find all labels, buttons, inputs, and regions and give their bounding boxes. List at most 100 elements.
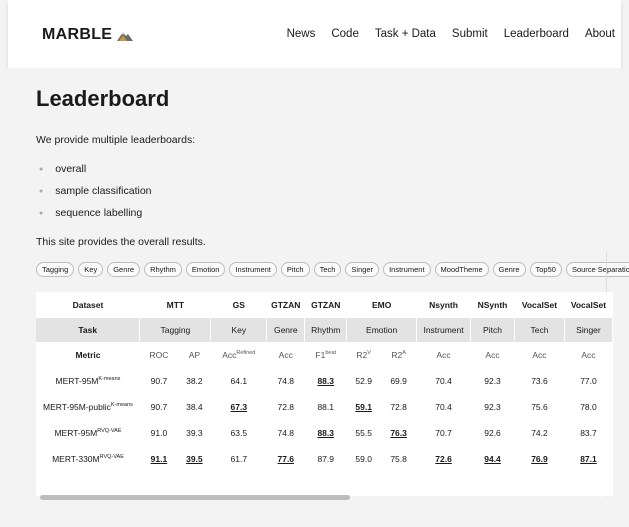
tag-genre[interactable]: Genre	[107, 262, 141, 277]
list-item-label: overall	[55, 163, 87, 175]
task-cell: Rhythm	[304, 318, 348, 342]
tag-instrument-2[interactable]: Instrument	[383, 262, 431, 277]
score-cell: 91.1	[150, 454, 168, 464]
nav-link-about[interactable]: About	[585, 28, 615, 40]
horizontal-scrollbar[interactable]	[40, 495, 350, 500]
list-item-label: sample classification	[55, 185, 152, 197]
tag-moodtheme[interactable]: MoodTheme	[434, 262, 489, 277]
intro-text: We provide multiple leaderboards:	[36, 134, 196, 146]
metric-superscript: Refined	[236, 350, 256, 357]
score-cell: 38.4	[186, 402, 203, 412]
dataset-header: GS	[232, 300, 245, 310]
nav-link-task-data[interactable]: Task + Data	[375, 28, 436, 40]
metric-superscript: V	[367, 350, 371, 357]
metric-cell: Acc	[471, 342, 515, 368]
model-variant: K-means	[110, 402, 133, 409]
score-cell: 94.4	[484, 454, 501, 464]
score-cell: 83.7	[580, 428, 597, 438]
metric-label: R2	[356, 350, 368, 360]
tag-singer[interactable]: Singer	[345, 262, 380, 277]
metric-cell: Acc	[564, 342, 612, 368]
nav-link-leaderboard[interactable]: Leaderboard	[504, 28, 569, 40]
model-name: MERT-330M	[52, 454, 100, 464]
model-name-cell: MERT-95MK-means	[36, 368, 140, 394]
model-name-cell: MERT-95MRVQ-VAE	[36, 420, 140, 446]
tag-key[interactable]: Key	[78, 262, 104, 277]
task-header: Task	[36, 318, 141, 342]
list-item: ● overall	[36, 158, 152, 180]
score-cell: 70.4	[435, 402, 452, 412]
dataset-row: Dataset MTT GS GTZAN GTZAN EMO Nsynth NS…	[36, 292, 613, 318]
metric-cell: Acc	[514, 342, 564, 368]
metric-cell: F1beat	[305, 342, 347, 368]
task-tags: Tagging Key Genre Rhythm Emotion Instrum…	[36, 262, 629, 277]
nav-link-news[interactable]: News	[287, 28, 316, 40]
metric-cell: AP	[178, 342, 211, 368]
metric-label: F1	[315, 350, 326, 360]
score-cell: 59.0	[355, 454, 372, 464]
score-cell: 52.9	[355, 376, 372, 386]
mountain-icon	[117, 32, 134, 41]
score-cell: 88.3	[317, 376, 334, 386]
metric-cell: Acc	[267, 342, 305, 368]
leaderboard-list: ● overall ● sample classification ● sequenc…	[36, 158, 152, 224]
bullet-icon: ●	[39, 209, 44, 217]
score-cell: 76.9	[531, 454, 548, 464]
list-item-label: sequence labelling	[55, 207, 143, 219]
task-cell: Tagging	[139, 318, 212, 342]
metric-label: Acc	[278, 350, 293, 360]
score-cell: 70.7	[435, 428, 452, 438]
task-cell: Tech	[514, 318, 565, 342]
nav-links: News Code Task + Data Submit Leaderboard…	[271, 28, 615, 40]
dataset-header: Dataset	[72, 300, 104, 310]
score-cell: 63.5	[230, 428, 248, 438]
metric-cell: R2A	[381, 342, 417, 368]
tag-tagging[interactable]: Tagging	[36, 262, 75, 277]
score-cell: 75.8	[390, 454, 407, 464]
tag-rhythm[interactable]: Rhythm	[144, 262, 182, 277]
model-name-cell: MERT-95M-publicK-means	[36, 394, 140, 420]
metric-label: R2	[391, 350, 403, 360]
score-cell: 87.9	[317, 454, 334, 464]
dataset-header: GTZAN	[311, 300, 341, 310]
score-cell: 78.0	[580, 402, 597, 412]
tag-top50[interactable]: Top50	[529, 262, 562, 277]
score-cell: 75.6	[531, 402, 548, 412]
page-title: Leaderboard	[36, 86, 170, 111]
tag-instrument[interactable]: Instrument	[229, 262, 277, 277]
table-row: MERT-95MRVQ-VAE 91.0 39.3 63.5 74.8 88.3 55.5 7…	[36, 420, 613, 446]
nav-link-submit[interactable]: Submit	[452, 28, 488, 40]
model-variant: K-means	[98, 376, 121, 383]
score-cell: 92.3	[484, 402, 501, 412]
metric-superscript: A	[402, 350, 406, 357]
nav-link-code[interactable]: Code	[331, 28, 359, 40]
dataset-header: VocalSet	[521, 300, 558, 310]
brand-name[interactable]: MARBLE	[42, 26, 112, 44]
tag-genre-2[interactable]: Genre	[492, 262, 526, 277]
task-cell: Genre	[266, 318, 306, 342]
task-cell: Singer	[564, 318, 613, 342]
tag-tech[interactable]: Tech	[313, 262, 342, 277]
score-cell: 61.7	[230, 454, 248, 464]
metric-label: Acc	[532, 350, 547, 360]
task-cell: Key	[210, 318, 268, 342]
task-cell: Emotion	[346, 318, 418, 342]
score-cell: 70.4	[435, 376, 452, 386]
score-cell: 90.7	[150, 402, 168, 412]
model-variant: RVQ-VAE	[97, 428, 122, 435]
metric-superscript: beat	[325, 350, 337, 357]
metric-cell: AccRefined	[211, 342, 267, 368]
site-note: This site provides the overall results.	[36, 236, 206, 248]
tag-emotion[interactable]: Emotion	[185, 262, 226, 277]
task-cell: Instrument	[416, 318, 472, 342]
tag-pitch[interactable]: Pitch	[280, 262, 310, 277]
brand-logo[interactable]: MARBLE	[42, 26, 134, 44]
leaderboard-table-container[interactable]: Dataset MTT GS GTZAN GTZAN EMO Nsynth NS…	[36, 292, 613, 496]
table-row: MERT-95M-publicK-means 90.7 38.4 67.3 72.8 88…	[36, 394, 613, 420]
navbar: MARBLE News Code Task + Data Submit Lead…	[8, 0, 621, 68]
tag-source-separation[interactable]: Source Separation	[565, 262, 629, 277]
model-name: MERT-95M	[54, 428, 98, 438]
metric-label: Acc	[485, 350, 500, 360]
model-variant: RVQ-VAE	[99, 454, 124, 461]
metric-row: Metric ROC AP AccRefined Acc F1beat R2V R2A Acc A…	[36, 342, 613, 368]
